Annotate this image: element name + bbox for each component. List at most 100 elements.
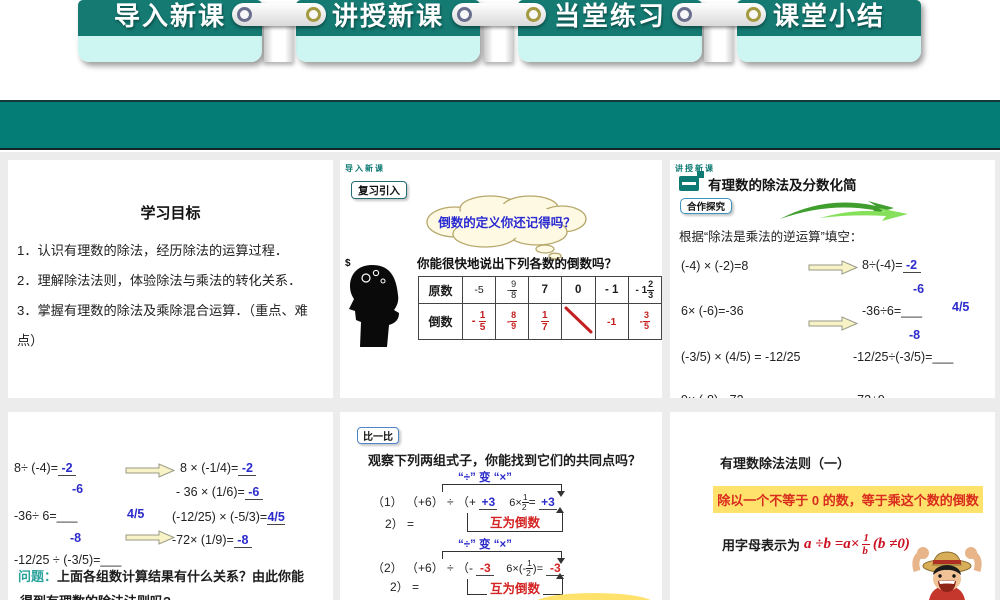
table-cell: - 15 [461, 303, 497, 340]
arrow-up-icon [556, 507, 564, 513]
link-ring-icon [237, 7, 252, 22]
tab-teach-bottom [296, 36, 480, 62]
arrow-up-icon [556, 573, 564, 579]
rule-title: 有理数除法法则（一） [720, 456, 851, 471]
arrow-right-icon [808, 316, 858, 331]
slide-overview-page: 导入新课 讲授新课 当堂练习 课堂小结 学习目标 1．认识有理数的除法，经历除法… [0, 0, 1000, 600]
equation: -36÷ 6=___ [14, 509, 78, 523]
bracket-bottom: 互为倒数 [467, 578, 563, 597]
equation: 8÷(-4)= -2 [862, 258, 921, 274]
luffy-cartoon-icon [912, 547, 982, 600]
answer-note: -6 [72, 482, 84, 496]
tab-practice-bottom [518, 36, 702, 62]
equation: -12/25÷(-3/5)=___ [853, 350, 954, 364]
bracket-top [442, 484, 562, 492]
table-cell: -89 [495, 303, 529, 340]
equation: 8÷ (-4)= -2 [14, 461, 77, 477]
tab-link-icon [452, 3, 546, 26]
slide-thumb-derive[interactable]: 8÷ (-4)= -2 -6 -36÷ 6=___ -8 -12/25 ÷ (-3… [8, 412, 333, 600]
table-header-original: 原数 [418, 276, 463, 304]
tab-link-icon [232, 3, 326, 26]
equation: (-12/25) × (-5/3)=4/5 [172, 510, 286, 526]
link-ring-icon [306, 7, 321, 22]
equation: -36÷6=___ [862, 304, 923, 318]
slide-thumb-intro[interactable]: 导入新课 复习引入 倒数的定义你还记得吗？ $ 你能很快地说出下列各数的倒数吗？… [340, 160, 662, 398]
divide-to-multiply-tag: “÷” 变 “×” [458, 539, 512, 551]
diagonal-slash-icon [564, 306, 593, 334]
arrow-right-icon [125, 463, 176, 478]
link-ring-icon [457, 7, 472, 22]
answer-note: -8 [70, 531, 82, 545]
table-cell-no-reciprocal [560, 303, 596, 340]
bracket-bottom: 互为倒数 [467, 512, 563, 532]
corner-label: 讲授新课 [675, 164, 715, 173]
formula-lead: 用字母表示为 [722, 538, 801, 554]
question-line-cropped: 得到有理数的除法法则吗? [20, 591, 171, 600]
tab-lead-in-bottom [78, 36, 262, 62]
goals-item: 3．掌握有理数的除法及乘除混合运算．（重点、难点） [17, 303, 308, 348]
thinker-head-icon: $ [345, 258, 399, 347]
equation: (-4) × (-2)=8 [681, 259, 749, 273]
cloud-question-text: 倒数的定义你还记得吗？ [438, 216, 576, 230]
fill-blank-prompt: 根据“除法是乘法的逆运算”填空： [679, 230, 863, 244]
arrow-right-icon [125, 530, 176, 545]
equation-cropped: 9× (-8)=-72 [681, 393, 744, 398]
question-line: 问题：上面各组数计算结果有什么关系？由此你能 [18, 569, 305, 584]
formula-math: a ÷b =a× 1 b (b ≠0) [804, 532, 910, 558]
bracket-top [442, 551, 562, 559]
slide-thumb-goals[interactable]: 学习目标 1．认识有理数的除法，经历除法的运算过程． 2．理解除法法则，体验除法… [8, 160, 333, 398]
goals-item: 2．理解除法法则，体验除法与乘法的转化关系． [17, 273, 302, 288]
arrow-down-icon [557, 491, 565, 497]
compare-badge: 比一比 [357, 427, 399, 444]
section-number-icon [679, 176, 699, 191]
table-cell: - 1 [594, 276, 629, 304]
link-ring-icon [677, 7, 692, 22]
answer-note: 4/5 [127, 507, 145, 521]
equation: 6× (-6)=-36 [681, 304, 744, 318]
compare-expression: （2） （+6） ÷ （- -3 6×(- 1 2)= -3 [372, 558, 565, 579]
table-cell: -35 [627, 303, 662, 340]
table-cell: 17 [527, 303, 562, 340]
slide-thumb-explore[interactable]: 讲授新课 有理数的除法及分数化简 合作探究 根据“除法是乘法的逆运算”填空： (… [670, 160, 995, 398]
equation: 8 × (-1/4)= -2 [180, 461, 257, 477]
equation: - 36 × (1/6)= -6 [176, 485, 263, 501]
link-ring-icon [526, 7, 541, 22]
reciprocal-table: 原数 -5 -98 7 0 - 1 - 123 倒数 - 15 -89 1 7 … [418, 276, 662, 340]
formula-line: 用字母表示为 a ÷b =a× 1 b (b ≠0) [722, 532, 910, 557]
tab-label: 导入新课 [113, 1, 226, 31]
table-cell: -5 [461, 276, 497, 304]
equation-cropped: -72÷9=___ [853, 393, 913, 398]
reciprocal-label: 互为倒数 [486, 578, 543, 597]
table-cell: - 123 [627, 276, 662, 304]
tab-label: 课堂小结 [772, 1, 885, 31]
answer-note: -8 [909, 328, 921, 342]
link-ring-icon [746, 7, 761, 22]
answer-note: 4/5 [952, 300, 970, 314]
section-banner [0, 100, 1000, 150]
answer-note: -6 [913, 282, 925, 296]
cooperate-explore-badge: 合作探究 [680, 198, 732, 214]
table-header-reciprocal: 倒数 [418, 303, 463, 340]
section-number-icon-accent [697, 171, 704, 178]
compare-expression: 2） = [390, 580, 420, 594]
explore-title: 有理数的除法及分数化简 [708, 178, 857, 193]
equation: -72× (1/9)= -8 [172, 533, 252, 549]
slide-thumb-compare[interactable]: 比一比 观察下列两组式子，你能找到它们的共同点吗？ “÷” 变 “×” （1） … [340, 412, 662, 600]
reciprocal-label: 互为倒数 [486, 512, 543, 531]
rule-highlight: 除以一个不等于 0 的数，等于乘这个数的倒数 [713, 486, 983, 513]
reciprocal-question: 你能很快地说出下列各数的倒数吗？ [417, 257, 618, 271]
svg-text:$: $ [345, 258, 351, 269]
tab-label: 讲授新课 [331, 1, 444, 31]
equation: (-3/5) × (4/5) = -12/25 [681, 350, 801, 364]
table-cell: 7 [527, 276, 562, 304]
compare-prompt: 观察下列两组式子，你能找到它们的共同点吗？ [368, 453, 642, 468]
tab-summary-bottom [737, 36, 921, 62]
compare-expression: （1） （+6） ÷ （+ +3 6× 1 2 = +3 [372, 492, 557, 513]
goals-title: 学习目标 [140, 205, 201, 222]
slide-thumb-rule[interactable]: 有理数除法法则（一） 除以一个不等于 0 的数，等于乘这个数的倒数 用字母表示为… [670, 412, 995, 600]
corner-label: 导入新课 [345, 164, 385, 173]
arrow-right-icon [808, 260, 858, 275]
divide-to-multiply-tag: “÷” 变 “×” [458, 472, 512, 484]
tab-link-icon [672, 3, 766, 26]
table-cell: -98 [495, 276, 529, 304]
